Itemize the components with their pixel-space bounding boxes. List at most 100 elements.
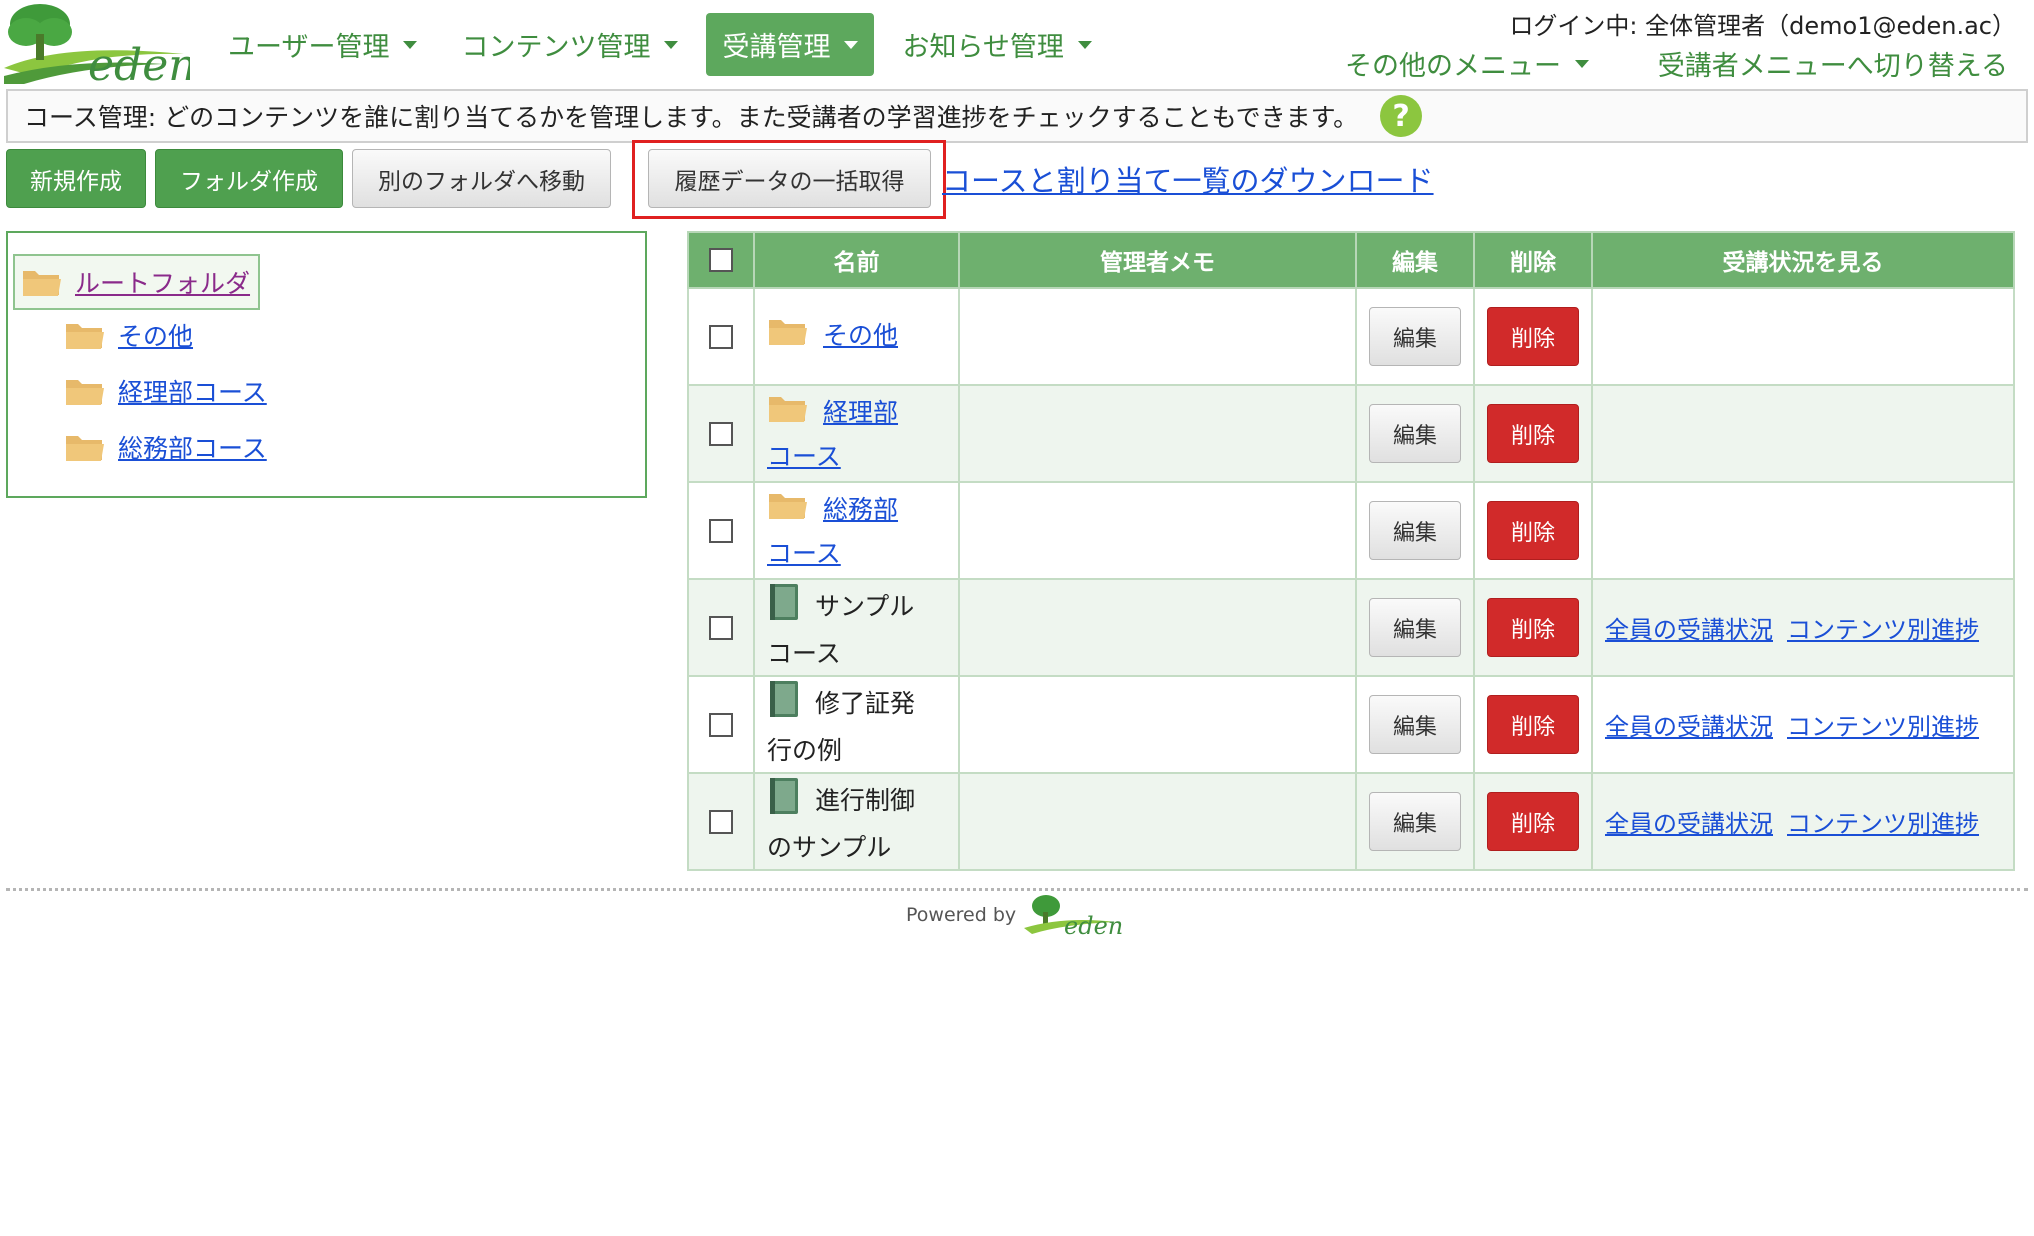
memo-cell (958, 384, 1357, 483)
page-description: コース管理: どのコンテンツを誰に割り当てるかを管理します。また受講者の学習進捗… (6, 89, 2028, 143)
row-name-link-line2[interactable]: コース (767, 442, 841, 471)
move-to-folder-button[interactable]: 別のフォルダへ移動 (352, 149, 611, 208)
row-name-text-line2: コース (767, 638, 841, 668)
table-row: 総務部コース 編集 削除 (687, 481, 2015, 580)
column-header: 受講状況を見る (1591, 231, 2015, 289)
caret-down-icon (1077, 40, 1092, 49)
status-cell (1591, 481, 2015, 580)
status-cell: 全員の受講状況 コンテンツ別進捗 (1591, 675, 2015, 774)
description-text: コース管理: どのコンテンツを誰に割り当てるかを管理します。また受講者の学習進捗… (24, 103, 1359, 132)
switch-to-learner-menu[interactable]: 受講者メニューへ切り替える (1658, 44, 2008, 83)
name-cell: その他 (753, 287, 960, 386)
column-header: 削除 (1473, 231, 1593, 289)
row-name-link[interactable]: 経理部 (823, 398, 898, 427)
select-all-checkbox[interactable] (709, 248, 733, 272)
edit-button[interactable]: 編集 (1369, 792, 1461, 851)
all-learners-status-link[interactable]: 全員の受講状況 (1605, 616, 1773, 644)
other-menu-label: その他のメニュー (1345, 51, 1561, 82)
delete-button[interactable]: 削除 (1487, 307, 1579, 366)
delete-button[interactable]: 削除 (1487, 404, 1579, 463)
content-progress-link[interactable]: コンテンツ別進捗 (1787, 616, 1979, 644)
tree-root-folder[interactable]: ルートフォルダ (13, 254, 260, 310)
course-book-icon (767, 776, 801, 828)
nav-user-management[interactable]: ユーザー管理 (212, 13, 433, 76)
new-folder-button[interactable]: フォルダ作成 (155, 149, 343, 208)
row-name-link[interactable]: その他 (823, 321, 898, 350)
delete-cell: 削除 (1473, 772, 1593, 871)
tree-item-label[interactable]: 総務部コース (118, 429, 267, 465)
nav-course-management[interactable]: 受講管理 (706, 13, 875, 76)
row-checkbox[interactable] (709, 712, 733, 737)
nav-notice-management[interactable]: お知らせ管理 (886, 13, 1107, 76)
delete-cell: 削除 (1473, 578, 1593, 677)
name-cell: 経理部コース (753, 384, 960, 483)
content-progress-link[interactable]: コンテンツ別進捗 (1787, 713, 1979, 741)
edit-button[interactable]: 編集 (1369, 695, 1461, 754)
edit-button[interactable]: 編集 (1369, 307, 1461, 366)
download-assignment-list-link[interactable]: コースと割り当て一覧のダウンロード (942, 158, 1434, 200)
edit-button[interactable]: 編集 (1369, 598, 1461, 657)
main-nav: ユーザー管理 コンテンツ管理 受講管理 お知らせ管理 (212, 13, 1120, 76)
folder-icon (767, 314, 809, 360)
table-row: その他 編集 削除 (687, 287, 2015, 386)
row-checkbox[interactable] (709, 421, 733, 446)
edit-button[interactable]: 編集 (1369, 501, 1461, 560)
row-checkbox[interactable] (709, 324, 733, 349)
edit-cell: 編集 (1355, 578, 1475, 677)
table-header-row: 名前 管理者メモ 編集 削除 受講状況を見る (687, 231, 2015, 289)
memo-cell (958, 772, 1357, 871)
course-book-icon (767, 582, 801, 634)
folder-icon (66, 324, 104, 349)
nav-content-management[interactable]: コンテンツ管理 (445, 13, 694, 76)
tree-item-label[interactable]: その他 (118, 317, 193, 353)
caret-down-icon (664, 40, 679, 49)
memo-cell (958, 675, 1357, 774)
other-menu-dropdown[interactable]: その他のメニュー (1345, 44, 1589, 83)
folder-icon (66, 436, 104, 461)
row-name-link[interactable]: 総務部 (823, 495, 898, 524)
all-learners-status-link[interactable]: 全員の受講状況 (1605, 810, 1773, 838)
status-cell (1591, 287, 2015, 386)
row-name-text-line2: 行の例 (767, 735, 843, 765)
row-name-text: 修了証発 (815, 688, 916, 718)
row-checkbox[interactable] (709, 809, 733, 834)
new-button[interactable]: 新規作成 (6, 149, 146, 208)
row-checkbox[interactable] (709, 518, 733, 543)
folder-icon (23, 271, 61, 296)
edit-button[interactable]: 編集 (1369, 404, 1461, 463)
row-name-link-line2[interactable]: コース (767, 539, 841, 568)
tree-item-general-affairs[interactable]: 総務部コース (64, 429, 267, 465)
delete-button[interactable]: 削除 (1487, 598, 1579, 657)
tree-item-label[interactable]: 経理部コース (118, 373, 267, 409)
row-checkbox[interactable] (709, 615, 733, 640)
tree-logo-icon: eden (4, 4, 197, 91)
select-all-header (687, 231, 755, 289)
content-progress-link[interactable]: コンテンツ別進捗 (1787, 810, 1979, 838)
table-row: サンプル コース 編集 削除 全員の受講状況 コンテンツ別進捗 (687, 578, 2015, 677)
tree-root-label[interactable]: ルートフォルダ (75, 264, 250, 300)
row-name-text: 進行制御 (815, 785, 916, 815)
delete-button[interactable]: 削除 (1487, 695, 1579, 754)
folder-icon (767, 488, 809, 534)
caret-down-icon (403, 40, 418, 49)
delete-button[interactable]: 削除 (1487, 501, 1579, 560)
edit-cell: 編集 (1355, 287, 1475, 386)
column-header: 管理者メモ (958, 231, 1357, 289)
delete-button[interactable]: 削除 (1487, 792, 1579, 851)
caret-down-icon (844, 40, 859, 49)
memo-cell (958, 481, 1357, 580)
tree-item-accounting[interactable]: 経理部コース (64, 373, 267, 409)
edit-cell: 編集 (1355, 772, 1475, 871)
folder-tree: ルートフォルダ その他 経理部コース 総務部コース (6, 231, 647, 498)
all-learners-status-link[interactable]: 全員の受講状況 (1605, 713, 1773, 741)
help-icon[interactable]: ? (1380, 95, 1423, 137)
column-header: 名前 (753, 231, 960, 289)
nav-label: コンテンツ管理 (461, 32, 651, 63)
tree-item-other[interactable]: その他 (64, 317, 193, 353)
course-table: 名前 管理者メモ 編集 削除 受講状況を見る その他 編集 削除 経理部 コース … (687, 231, 2015, 871)
eden-logo[interactable]: eden (4, 2, 197, 91)
checkbox-cell (687, 287, 755, 386)
status-cell (1591, 384, 2015, 483)
name-cell: 進行制御 のサンプル (753, 772, 960, 871)
highlight-annotation (632, 140, 946, 219)
